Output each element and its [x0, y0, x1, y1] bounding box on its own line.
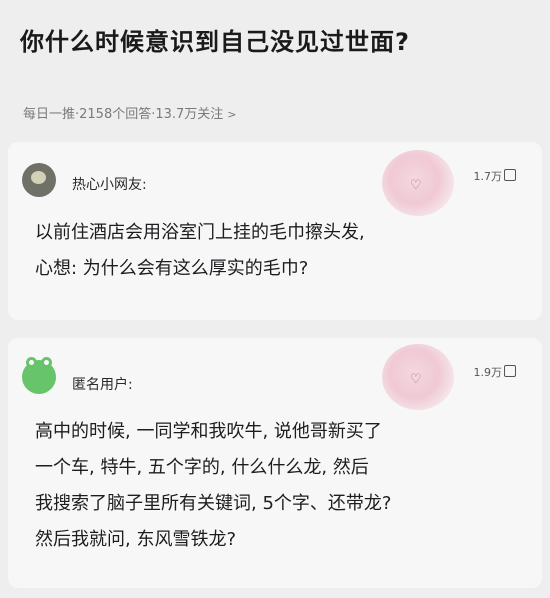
answer-line: 一个车, 特牛, 五个字的, 什么什么龙, 然后	[35, 457, 369, 478]
question-stats: 每日一推·2158个回答·13.7万关注	[23, 107, 224, 122]
answer-username[interactable]: 热心小网友:	[72, 174, 147, 194]
answer-body: 以前住酒店会用浴室门上挂的毛巾擦头发, 心想: 为什么会有这么厚实的毛巾?	[35, 215, 527, 287]
answer-username[interactable]: 匿名用户:	[72, 374, 133, 394]
sticker-mark-icon: ♡	[410, 372, 422, 387]
answer-card[interactable]: 匿名用户: ♡ 1.9万 高中的时候, 一同学和我吹牛, 说他哥新买了 一个车,…	[8, 338, 542, 588]
answer-line: 我搜索了脑子里所有关键词, 5个字、还带龙?	[35, 493, 392, 514]
sticker-mark-icon: ♡	[410, 178, 422, 193]
cat-avatar-icon[interactable]	[22, 163, 56, 197]
question-title: 你什么时候意识到自己没见过世面?	[20, 28, 410, 56]
thumb-up-icon[interactable]	[504, 169, 516, 181]
answer-line: 高中的时候, 一同学和我吹牛, 说他哥新买了	[35, 421, 382, 442]
answer-line: 然后我就问, 东风雪铁龙?	[35, 529, 236, 550]
like-count: 1.7万	[473, 170, 503, 183]
answer-card[interactable]: 热心小网友: ♡ 1.7万 以前住酒店会用浴室门上挂的毛巾擦头发, 心想: 为什…	[8, 142, 542, 320]
thumb-up-icon[interactable]	[504, 365, 516, 377]
frog-avatar-icon[interactable]	[22, 357, 56, 394]
like-count: 1.9万	[473, 366, 503, 379]
answer-line: 以前住酒店会用浴室门上挂的毛巾擦头发,	[35, 222, 365, 243]
question-meta[interactable]: 每日一推·2158个回答·13.7万关注 >	[23, 103, 237, 122]
sticker-decoration: ♡	[382, 344, 454, 410]
chevron-right-icon: >	[227, 108, 237, 121]
answer-body: 高中的时候, 一同学和我吹牛, 说他哥新买了 一个车, 特牛, 五个字的, 什么…	[35, 414, 527, 558]
sticker-decoration: ♡	[382, 150, 454, 216]
answer-line: 心想: 为什么会有这么厚实的毛巾?	[35, 258, 309, 279]
